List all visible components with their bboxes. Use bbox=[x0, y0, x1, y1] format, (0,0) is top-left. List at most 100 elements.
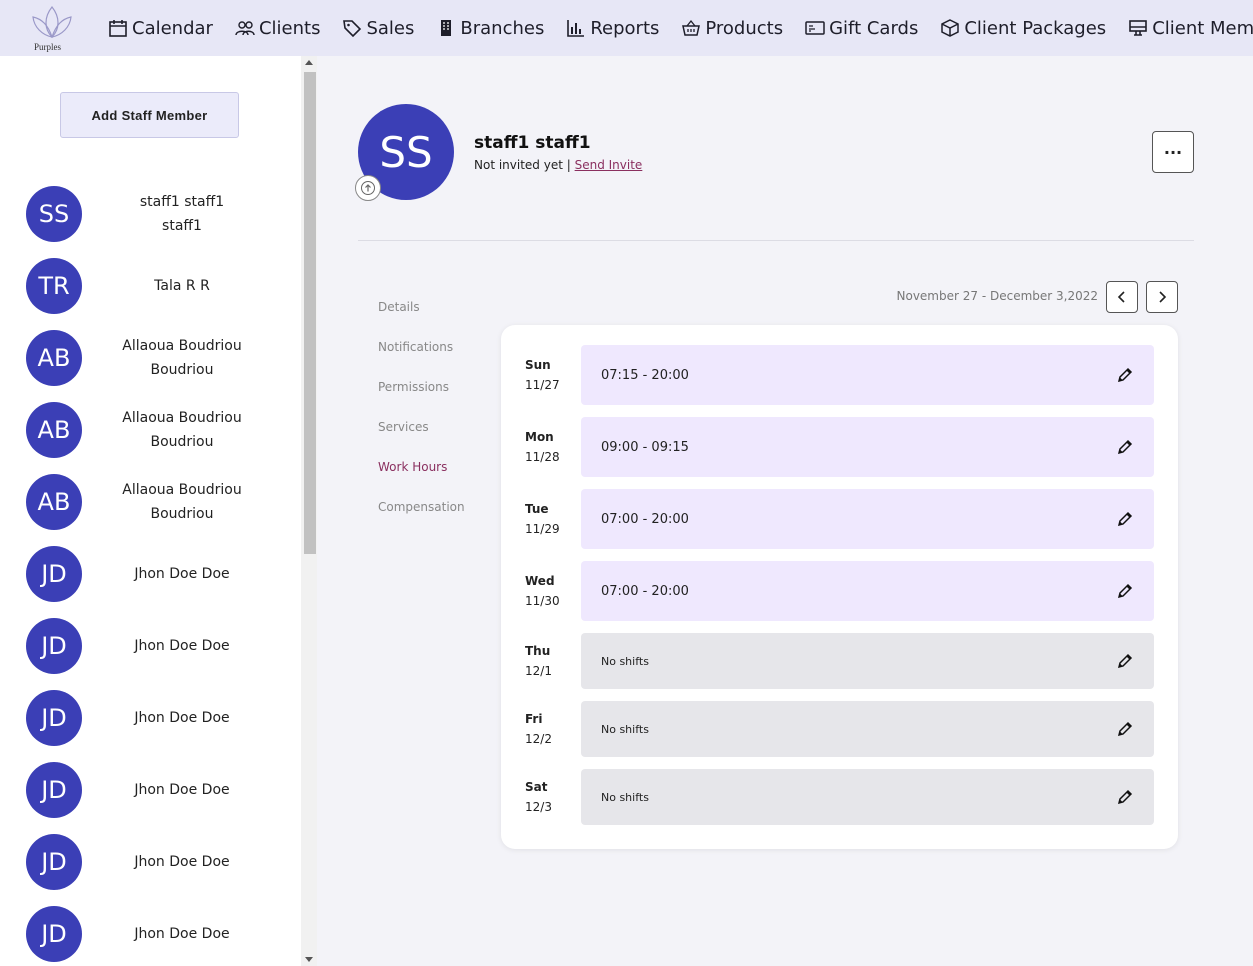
nav-branches[interactable]: Branches bbox=[436, 18, 544, 39]
shift-time: No shifts bbox=[601, 790, 649, 804]
edit-pencil-icon[interactable] bbox=[1116, 582, 1134, 600]
nav-label: Calendar bbox=[132, 17, 213, 39]
nav-label: Clients bbox=[258, 17, 321, 39]
upload-photo-button[interactable] bbox=[355, 175, 381, 201]
tab-work-hours[interactable]: Work Hours bbox=[378, 457, 488, 497]
shift-time: 07:00 - 20:00 bbox=[601, 511, 689, 527]
day-name: Mon bbox=[525, 430, 554, 444]
nav-label: Reports bbox=[590, 17, 660, 39]
staff-avatar: AB bbox=[26, 330, 82, 386]
staff-name: Allaoua Boudriou Boudriou bbox=[122, 410, 242, 450]
day-date: 12/3 bbox=[525, 800, 552, 814]
staff-name: Jhon Doe Doe bbox=[134, 926, 230, 942]
edit-pencil-icon[interactable] bbox=[1116, 438, 1134, 456]
shift-box[interactable]: 07:00 - 20:00 bbox=[581, 489, 1154, 549]
brand-name: Purples bbox=[34, 42, 61, 52]
nav-label: Sales bbox=[366, 17, 415, 39]
shift-box[interactable]: No shifts bbox=[581, 769, 1154, 825]
nav-client-packages[interactable]: Client Packages bbox=[940, 18, 1106, 39]
shift-time: 07:15 - 20:00 bbox=[601, 367, 689, 383]
tab-permissions[interactable]: Permissions bbox=[378, 377, 488, 417]
scroll-down-arrow-icon[interactable] bbox=[305, 957, 313, 962]
tab-services[interactable]: Services bbox=[378, 417, 488, 457]
edit-pencil-icon[interactable] bbox=[1116, 510, 1134, 528]
staff-list-item[interactable]: JD Jhon Doe Doe bbox=[0, 610, 301, 682]
day-label: Mon 11/28 bbox=[525, 427, 560, 467]
staff-avatar: JD bbox=[26, 690, 82, 746]
invite-status: Not invited yet | Send Invite bbox=[474, 158, 642, 172]
next-week-button[interactable] bbox=[1146, 281, 1178, 313]
nav-label: Client Packages bbox=[964, 17, 1107, 39]
more-options-button[interactable]: ··· bbox=[1152, 131, 1194, 173]
day-label: Thu 12/1 bbox=[525, 641, 552, 681]
invite-status-text: Not invited yet | bbox=[474, 158, 571, 172]
lotus-icon bbox=[32, 6, 72, 38]
day-date: 11/28 bbox=[525, 450, 560, 464]
profile-name: staff1 staff1 bbox=[474, 133, 591, 153]
staff-list-item[interactable]: JD Jhon Doe Doe bbox=[0, 538, 301, 610]
staff-list-item[interactable]: JD Jhon Doe Doe bbox=[0, 826, 301, 898]
staff-list-item[interactable]: TR Tala R R bbox=[0, 250, 301, 322]
shift-box[interactable]: 07:15 - 20:00 bbox=[581, 345, 1154, 405]
staff-list-item[interactable]: JD Jhon Doe Doe bbox=[0, 898, 301, 966]
nav-calendar[interactable]: Calendar bbox=[108, 18, 213, 39]
tab-notifications[interactable]: Notifications bbox=[378, 337, 488, 377]
edit-pencil-icon[interactable] bbox=[1116, 366, 1134, 384]
day-name: Fri bbox=[525, 712, 543, 726]
staff-avatar: AB bbox=[26, 402, 82, 458]
building-icon bbox=[441, 20, 452, 36]
shift-box[interactable]: 07:00 - 20:00 bbox=[581, 561, 1154, 621]
week-range: November 27 - December 3,2022 bbox=[896, 289, 1099, 303]
staff-list: SS staff1 staff1 staff1 TR Tala R R AB Allaou… bbox=[0, 178, 301, 966]
nav-label: Client Memb bbox=[1152, 17, 1253, 39]
edit-pencil-icon[interactable] bbox=[1116, 720, 1134, 738]
staff-name: staff1 staff1 staff1 bbox=[139, 194, 225, 234]
day-name: Sun bbox=[525, 358, 551, 372]
previous-week-button[interactable] bbox=[1106, 281, 1138, 313]
nav-client-memb[interactable]: Client Memb bbox=[1128, 18, 1253, 39]
nav-label: Gift Cards bbox=[829, 17, 919, 39]
nav-clients[interactable]: Clients bbox=[235, 17, 321, 39]
send-invite-link[interactable]: Send Invite bbox=[575, 158, 643, 172]
edit-pencil-icon[interactable] bbox=[1116, 788, 1134, 806]
staff-list-item[interactable]: AB Allaoua Boudriou Boudriou bbox=[0, 394, 301, 466]
day-date: 12/1 bbox=[525, 664, 552, 678]
nav-products[interactable]: Products bbox=[681, 18, 783, 39]
staff-list-item[interactable]: JD Jhon Doe Doe bbox=[0, 754, 301, 826]
shift-box[interactable]: No shifts bbox=[581, 633, 1154, 689]
staff-list-item[interactable]: AB Allaoua Boudriou Boudriou bbox=[0, 322, 301, 394]
scroll-thumb[interactable] bbox=[304, 72, 316, 554]
top-nav: Purples Calendar Clients Sales Branches Repo… bbox=[0, 0, 1253, 56]
tab-compensation[interactable]: Compensation bbox=[378, 497, 488, 537]
sidebar-scrollbar[interactable] bbox=[301, 56, 317, 966]
add-staff-button[interactable]: Add Staff Member bbox=[60, 92, 239, 138]
brand-logo[interactable]: Purples bbox=[0, 0, 100, 56]
day-name: Wed bbox=[525, 574, 555, 588]
staff-name: Tala R R bbox=[154, 278, 210, 294]
staff-avatar: JD bbox=[26, 546, 82, 602]
shift-time: 09:00 - 09:15 bbox=[601, 439, 689, 455]
nav-sales[interactable]: Sales bbox=[342, 18, 414, 39]
chevron-left-icon bbox=[1117, 291, 1125, 303]
work-hours-card: Sun 11/27 07:15 - 20:00 Mon 11/28 09:00 - 09:… bbox=[501, 325, 1178, 849]
shift-box[interactable]: No shifts bbox=[581, 701, 1154, 757]
day-name: Thu bbox=[525, 644, 551, 658]
edit-pencil-icon[interactable] bbox=[1116, 652, 1134, 670]
staff-list-item[interactable]: JD Jhon Doe Doe bbox=[0, 682, 301, 754]
nav-reports[interactable]: Reports bbox=[566, 18, 659, 39]
staff-name: Jhon Doe Doe bbox=[134, 782, 230, 798]
calendar-icon bbox=[109, 20, 127, 37]
shift-box[interactable]: 09:00 - 09:15 bbox=[581, 417, 1154, 477]
nav-gift-cards[interactable]: Gift Cards bbox=[805, 18, 918, 39]
shift-time: No shifts bbox=[601, 722, 649, 736]
staff-name: Allaoua Boudriou Boudriou bbox=[122, 482, 242, 522]
day-label: Sat 12/3 bbox=[525, 777, 552, 817]
day-label: Wed 11/30 bbox=[525, 571, 560, 611]
staff-list-item[interactable]: SS staff1 staff1 staff1 bbox=[0, 178, 301, 250]
staff-name: Jhon Doe Doe bbox=[134, 854, 230, 870]
tab-details[interactable]: Details bbox=[378, 297, 488, 337]
staff-list-item[interactable]: AB Allaoua Boudriou Boudriou bbox=[0, 466, 301, 538]
bar-chart-icon bbox=[567, 20, 585, 37]
basket-icon bbox=[682, 19, 701, 36]
scroll-up-arrow-icon[interactable] bbox=[305, 60, 313, 65]
